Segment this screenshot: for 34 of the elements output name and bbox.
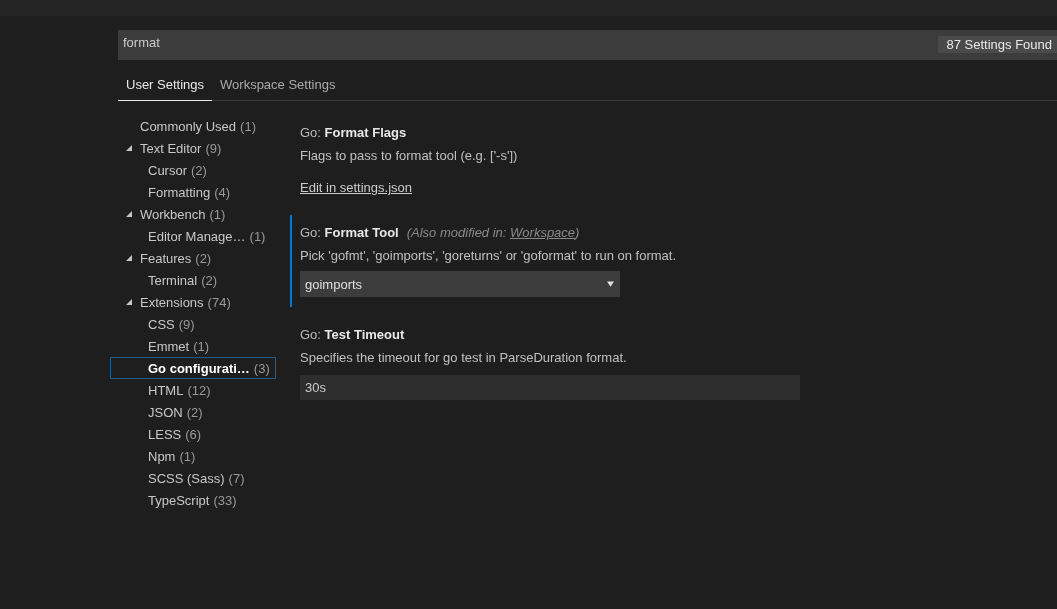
tree-item[interactable]: CSS (9) <box>110 313 280 335</box>
setting-title: Go: Format Flags <box>300 125 407 140</box>
setting-description: Flags to pass to format tool (e.g. ['-s']) <box>300 148 519 163</box>
tree-item[interactable]: Text Editor (9) <box>110 137 280 159</box>
setting-title: Go: Test Timeout <box>300 327 405 342</box>
format-tool-dropdown[interactable]: goimports <box>300 271 620 297</box>
results-count: 87 Settings Found <box>938 35 1057 53</box>
tree-item[interactable]: Go configurati… (3) <box>110 357 276 379</box>
tree-item[interactable]: Features (2) <box>110 247 280 269</box>
tree-item[interactable]: Editor Manage… (1) <box>110 225 280 247</box>
settings-tab[interactable]: Workspace Settings <box>212 72 344 101</box>
settings-tab[interactable]: User Settings <box>118 72 213 101</box>
caret-icon <box>607 281 614 287</box>
tree-item[interactable]: JSON (2) <box>110 401 280 423</box>
setting-title: Go: Format Tool <box>300 225 399 240</box>
tree-item[interactable]: Formatting (4) <box>110 181 280 203</box>
tree-item[interactable]: Cursor (2) <box>110 159 280 181</box>
search-field[interactable]: format 87 Settings Found <box>118 30 1057 60</box>
setting-description: Pick 'gofmt', 'goimports', 'goreturns' or 'goformat' to run on format. <box>300 248 678 263</box>
timeout-input[interactable]: 30s <box>300 375 800 400</box>
tree-item[interactable]: TypeScript (33) <box>110 489 280 511</box>
tree-item[interactable]: Emmet (1) <box>110 335 280 357</box>
setting-description: Specifies the timeout for go test in ParseDuration format. <box>300 350 628 365</box>
tree-item[interactable]: HTML (12) <box>110 379 280 401</box>
tree-item[interactable]: Commonly Used (1) <box>110 115 280 137</box>
tree-item[interactable]: Terminal (2) <box>110 269 280 291</box>
workspace-link[interactable]: Workspace <box>510 225 576 240</box>
tree-item[interactable]: Workbench (1) <box>110 203 280 225</box>
tree-item[interactable]: Extensions (74) <box>110 291 280 313</box>
edit-settings-link[interactable]: Edit in settings.json <box>300 180 412 195</box>
tree-item[interactable]: Npm (1) <box>110 445 280 467</box>
tree-item[interactable]: LESS (6) <box>110 423 280 445</box>
modified-note: (Also modified in: Workspace) <box>406 225 580 240</box>
tree-item[interactable]: SCSS (Sass) (7) <box>110 467 280 489</box>
